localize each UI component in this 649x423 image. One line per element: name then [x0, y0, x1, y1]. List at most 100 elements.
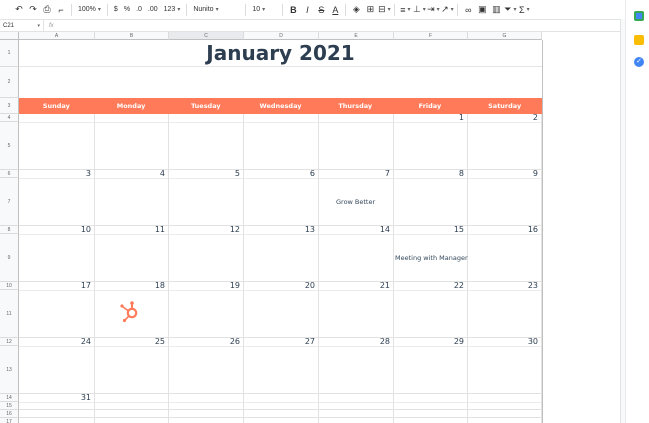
- row-header[interactable]: 2: [0, 67, 19, 98]
- text-rotate-icon[interactable]: ↗: [440, 0, 454, 19]
- calendar-day-cell[interactable]: [319, 114, 394, 170]
- filter-icon[interactable]: ⏷: [503, 0, 517, 19]
- increase-decimal-button[interactable]: .00: [145, 0, 161, 19]
- empty-cell[interactable]: [169, 418, 244, 423]
- text-color-button[interactable]: A: [328, 0, 342, 19]
- calendar-day-cell[interactable]: 17: [19, 281, 95, 338]
- calendar-day-cell[interactable]: 13: [244, 225, 319, 282]
- empty-cell[interactable]: [394, 418, 468, 423]
- select-all-corner[interactable]: [0, 32, 19, 40]
- column-header[interactable]: E: [319, 32, 394, 40]
- calendar-day-cell[interactable]: 3: [19, 169, 95, 226]
- calendar-day-cell[interactable]: 23: [468, 281, 542, 338]
- row-header[interactable]: 17: [0, 418, 19, 423]
- calendar-day-cell[interactable]: 2: [468, 113, 542, 170]
- row-header[interactable]: 13: [0, 346, 19, 394]
- bold-button[interactable]: B: [286, 0, 300, 19]
- redo-icon[interactable]: ↷: [26, 0, 40, 19]
- functions-button[interactable]: Σ: [517, 0, 531, 19]
- empty-cell[interactable]: [319, 402, 394, 410]
- tasks-icon[interactable]: ✓: [634, 57, 644, 67]
- vertical-align-icon[interactable]: ⊥: [412, 0, 426, 19]
- row-header[interactable]: 7: [0, 178, 19, 226]
- calendar-day-cell[interactable]: 26: [169, 337, 244, 394]
- empty-cell[interactable]: [394, 402, 468, 410]
- calendar-day-cell[interactable]: [95, 114, 169, 170]
- empty-cell[interactable]: [468, 410, 542, 418]
- calendar-day-cell[interactable]: 28: [319, 337, 394, 394]
- row-header[interactable]: 3: [0, 98, 19, 114]
- row-header[interactable]: 1: [0, 40, 19, 67]
- calendar-day-cell[interactable]: 19: [169, 281, 244, 338]
- calendar-day-cell[interactable]: 27: [244, 337, 319, 394]
- column-header[interactable]: G: [468, 32, 542, 40]
- calendar-title[interactable]: January 2021: [19, 40, 542, 67]
- column-header[interactable]: F: [394, 32, 468, 40]
- calendar-day-cell[interactable]: 8: [394, 169, 468, 226]
- column-header[interactable]: B: [95, 32, 169, 40]
- decrease-decimal-button[interactable]: .0: [133, 0, 145, 19]
- calendar-event[interactable]: Grow Better: [336, 198, 375, 206]
- insert-comment-icon[interactable]: ▣: [475, 0, 489, 19]
- row-header[interactable]: 6: [0, 170, 19, 178]
- empty-cell[interactable]: [169, 410, 244, 418]
- empty-cell[interactable]: [19, 402, 95, 410]
- row-header[interactable]: 11: [0, 290, 19, 338]
- name-box[interactable]: C21 ▾: [0, 20, 44, 31]
- empty-cell[interactable]: [394, 410, 468, 418]
- formula-input[interactable]: [59, 20, 620, 31]
- calendar-day-cell[interactable]: 20: [244, 281, 319, 338]
- more-formats-button[interactable]: 123: [161, 0, 184, 19]
- keep-icon[interactable]: [634, 35, 644, 45]
- empty-cell[interactable]: [319, 410, 394, 418]
- calendar-day-cell[interactable]: 29: [394, 337, 468, 394]
- row-header[interactable]: 14: [0, 394, 19, 402]
- zoom-select[interactable]: 100%: [75, 0, 104, 19]
- text-wrap-icon[interactable]: ⇥: [426, 0, 440, 19]
- row-header[interactable]: 10: [0, 282, 19, 290]
- font-select[interactable]: Nunito: [190, 0, 242, 19]
- font-size-select[interactable]: 10: [249, 0, 279, 19]
- calendar-day-cell[interactable]: 12: [169, 225, 244, 282]
- row-header[interactable]: 16: [0, 410, 19, 418]
- empty-cell[interactable]: [244, 410, 319, 418]
- row-header[interactable]: 9: [0, 234, 19, 282]
- calendar-day-cell[interactable]: [169, 114, 244, 170]
- calendar-day-cell[interactable]: 10: [19, 225, 95, 282]
- row-header[interactable]: 12: [0, 338, 19, 346]
- italic-button[interactable]: I: [300, 0, 314, 19]
- paint-format-icon[interactable]: ⌐: [54, 0, 68, 19]
- empty-cell[interactable]: [244, 402, 319, 410]
- calendar-day-cell[interactable]: 16: [468, 225, 542, 282]
- empty-cell[interactable]: [468, 418, 542, 423]
- merge-cells-icon[interactable]: ⊟: [377, 0, 391, 19]
- percent-button[interactable]: %: [121, 0, 133, 19]
- empty-cell[interactable]: [19, 410, 95, 418]
- empty-cell[interactable]: [95, 402, 169, 410]
- empty-cell[interactable]: [95, 418, 169, 423]
- calendar-day-cell[interactable]: 5: [169, 169, 244, 226]
- row-header[interactable]: 15: [0, 402, 19, 410]
- horizontal-align-icon[interactable]: ≡: [398, 0, 412, 19]
- calendar-icon[interactable]: [634, 11, 644, 21]
- borders-icon[interactable]: ⊞: [363, 0, 377, 19]
- insert-link-icon[interactable]: ∞: [461, 0, 475, 19]
- calendar-day-cell[interactable]: 9: [468, 169, 542, 226]
- insert-chart-icon[interactable]: ▥: [489, 0, 503, 19]
- calendar-day-cell[interactable]: 24: [19, 337, 95, 394]
- calendar-day-cell[interactable]: 11: [95, 225, 169, 282]
- empty-cell[interactable]: [19, 418, 95, 423]
- fill-color-icon[interactable]: ◈: [349, 0, 363, 19]
- calendar-day-cell[interactable]: 4: [95, 169, 169, 226]
- calendar-day-cell[interactable]: 14: [319, 225, 394, 282]
- empty-cell[interactable]: [468, 402, 542, 410]
- empty-cell[interactable]: [169, 402, 244, 410]
- calendar-day-cell[interactable]: 22: [394, 281, 468, 338]
- calendar-event[interactable]: Meeting with Manager: [395, 254, 468, 262]
- empty-cell[interactable]: [95, 410, 169, 418]
- strikethrough-button[interactable]: S: [314, 0, 328, 19]
- empty-cell[interactable]: [244, 418, 319, 423]
- row-header[interactable]: 4: [0, 114, 19, 122]
- row-header[interactable]: 5: [0, 122, 19, 170]
- column-header[interactable]: A: [19, 32, 95, 40]
